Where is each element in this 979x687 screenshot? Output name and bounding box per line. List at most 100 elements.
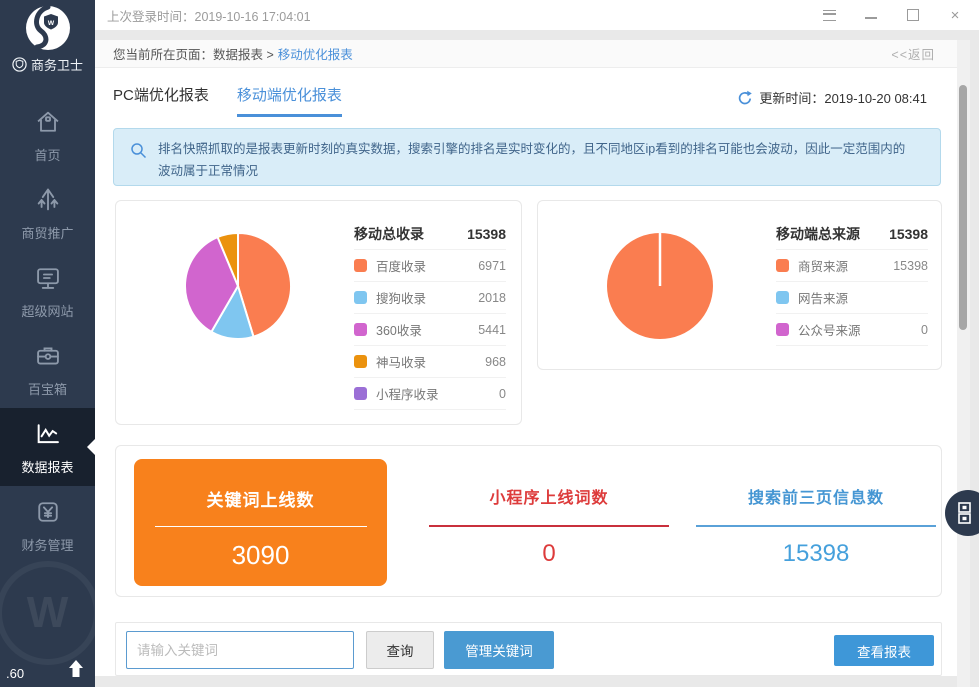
app-window: { "window": { "last_login": "上次登录时间：2019…: [0, 0, 979, 687]
toolbox-icon: [32, 340, 64, 372]
stat-value: 3090: [134, 540, 387, 571]
promotion-icon: [32, 184, 64, 216]
sidebar-item-label: 财务管理: [21, 535, 73, 554]
legend-label: 小程序收录: [376, 384, 439, 403]
stat-miniprogram-words: 小程序上线词数 0: [414, 459, 684, 568]
sidebar-item-toolbox[interactable]: 百宝箱: [0, 330, 95, 408]
legend-value: 6971: [478, 259, 506, 273]
stat-value: 15398: [681, 540, 951, 568]
legend-row: 百度收录 6971: [354, 249, 506, 281]
notice-banner: 排名快照抓取的是报表更新时刻的真实数据，搜索引擎的排名是实时变化的，且不同地区i…: [113, 128, 941, 186]
stat-top3-pages-info: 搜索前三页信息数 15398: [681, 459, 951, 568]
legend-label: 网告来源: [798, 288, 848, 307]
scroll-top-icon[interactable]: [67, 659, 85, 679]
legend-label: 商贸来源: [798, 256, 848, 275]
stat-label: 搜索前三页信息数: [681, 484, 951, 508]
query-button[interactable]: 查询: [366, 631, 434, 669]
stat-underline: [696, 525, 936, 527]
sidebar-item-report[interactable]: 数据报表: [0, 408, 95, 486]
legend-value: 968: [485, 355, 506, 369]
legend-title: 移动总收录 15398: [354, 219, 506, 249]
breadcrumb: 您当前所在页面：数据报表 > 移动优化报表 <<返回: [95, 40, 957, 68]
minimize-icon[interactable]: [863, 7, 879, 23]
stat-keywords-online: 关键词上线数 3090: [134, 459, 387, 586]
stat-label: 关键词上线数: [134, 486, 387, 511]
notice-text: 排名快照抓取的是报表更新时刻的真实数据，搜索引擎的排名是实时变化的，且不同地区i…: [158, 142, 905, 178]
stat-underline: [429, 525, 669, 527]
app-logo-icon: w: [24, 4, 72, 52]
legend-swatch: [776, 323, 789, 336]
report-icon: [32, 418, 64, 450]
main-panel: 您当前所在页面：数据报表 > 移动优化报表 <<返回 PC端优化报表 移动端优化…: [95, 40, 957, 676]
legend-row: 商贸来源 15398: [776, 249, 928, 281]
legend-label: 公众号来源: [798, 320, 861, 339]
legend-label: 360收录: [376, 320, 422, 339]
tabs: PC端优化报表 移动端优化报表: [113, 84, 342, 117]
sidebar-item-label: 超级网站: [21, 301, 73, 320]
home-icon: [32, 106, 64, 138]
stat-value: 0: [414, 540, 684, 568]
legend-value: 0: [921, 323, 928, 337]
legend-row: 神马收录 968: [354, 345, 506, 377]
watermark-shield: W: [0, 561, 95, 665]
manage-keywords-button[interactable]: 管理关键词: [444, 631, 554, 669]
pie-chart-mobile-index: [180, 228, 296, 344]
legend-swatch: [354, 259, 367, 272]
keyword-input[interactable]: [126, 631, 354, 669]
close-icon[interactable]: ×: [947, 7, 963, 23]
legend-row: 公众号来源 0: [776, 313, 928, 345]
keyword-toolbar: 查询 管理关键词 查看报表: [115, 622, 942, 676]
refresh-icon[interactable]: [736, 90, 752, 106]
back-link[interactable]: <<返回: [891, 44, 935, 63]
legend-label: 百度收录: [376, 256, 426, 275]
legend-title-value: 15398: [889, 226, 928, 242]
last-login-time: 上次登录时间：2019-10-16 17:04:01: [107, 6, 311, 25]
tab-pc-report[interactable]: PC端优化报表: [113, 84, 209, 117]
sidebar-item-website[interactable]: 超级网站: [0, 252, 95, 330]
legend-title-label: 移动端总来源: [776, 224, 860, 244]
legend-rows: 百度收录 6971 搜狗收录 2018 360收录 5441 神马收录 968 …: [354, 249, 506, 410]
legend-swatch: [776, 259, 789, 272]
sidebar-nav: 首页 商贸推广 超级网站 百宝箱 数据报表 财务管理: [0, 96, 95, 564]
sidebar-item-home[interactable]: 首页: [0, 96, 95, 174]
view-report-button[interactable]: 查看报表: [834, 635, 934, 666]
legend-label: 神马收录: [376, 352, 426, 371]
chart-card-mobile-source: 移动端总来源 15398 商贸来源 15398 网告来源 公众号来源 0: [537, 200, 942, 370]
chart-card-mobile-index: 移动总收录 15398 百度收录 6971 搜狗收录 2018 360收录 54…: [115, 200, 522, 425]
legend-swatch: [776, 291, 789, 304]
legend-row: 360收录 5441: [354, 313, 506, 345]
legend-value: 15398: [893, 259, 928, 273]
legend-row: 搜狗收录 2018: [354, 281, 506, 313]
stat-label: 小程序上线词数: [414, 484, 684, 508]
legend: 移动总收录 15398 百度收录 6971 搜狗收录 2018 360收录 54…: [354, 219, 506, 410]
legend-title-label: 移动总收录: [354, 224, 424, 244]
legend-row: 小程序收录 0: [354, 377, 506, 409]
maximize-icon[interactable]: [905, 7, 921, 23]
sidebar-item-promotion[interactable]: 商贸推广: [0, 174, 95, 252]
menu-icon[interactable]: [821, 7, 837, 23]
legend-swatch: [354, 387, 367, 400]
update-time-text: 更新时间：2019-10-20 08:41: [759, 88, 927, 107]
legend-swatch: [354, 355, 367, 368]
svg-text:w: w: [46, 18, 54, 27]
pie-chart-mobile-source: [602, 228, 718, 344]
legend-value: 5441: [478, 323, 506, 337]
active-notch: [87, 439, 95, 455]
sidebar-footer-text: .60: [6, 666, 24, 681]
breadcrumb-current-link[interactable]: 移动优化报表: [278, 44, 353, 63]
legend-value: 2018: [478, 291, 506, 305]
update-time-row: 更新时间：2019-10-20 08:41: [736, 88, 927, 107]
sidebar-item-label: 百宝箱: [28, 379, 67, 398]
qr-code-icon: [956, 501, 979, 525]
legend-swatch: [354, 323, 367, 336]
sidebar-item-label: 商贸推广: [21, 223, 73, 242]
finance-icon: [32, 496, 64, 528]
sidebar-item-finance[interactable]: 财务管理: [0, 486, 95, 564]
scrollbar-thumb[interactable]: [959, 85, 967, 330]
legend-swatch: [354, 291, 367, 304]
titlebar: 上次登录时间：2019-10-16 17:04:01 ×: [95, 0, 979, 30]
legend-value: 0: [499, 387, 506, 401]
legend-rows: 商贸来源 15398 网告来源 公众号来源 0: [776, 249, 928, 346]
tab-mobile-report[interactable]: 移动端优化报表: [237, 84, 342, 117]
sidebar: w 商务卫士 首页 商贸推广 超级网站 百宝箱 数据报表 财务管理: [0, 0, 95, 687]
